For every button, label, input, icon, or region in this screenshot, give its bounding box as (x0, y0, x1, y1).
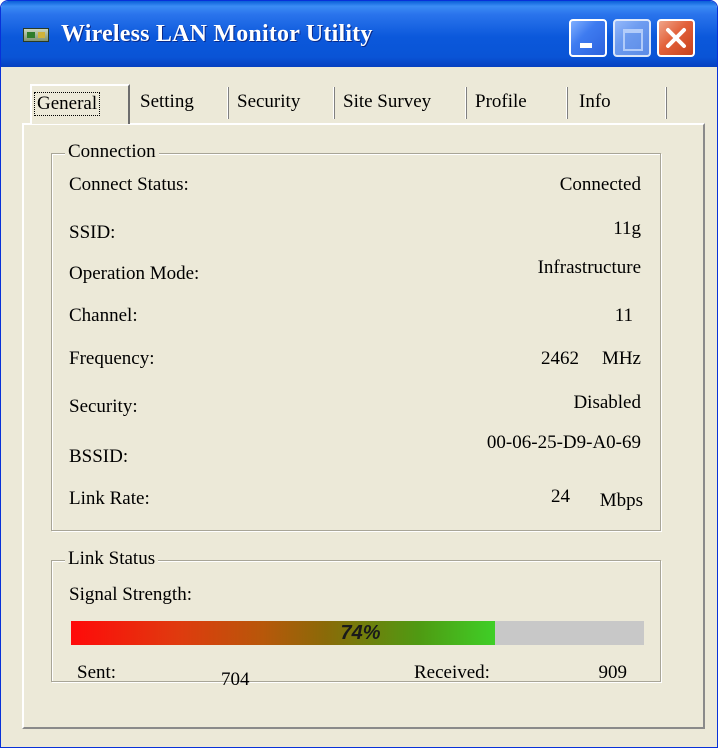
security-label: Security: (69, 396, 138, 417)
tab-profile[interactable]: Profile (475, 85, 527, 121)
connect-status-label: Connect Status: (69, 174, 189, 195)
signal-strength-percent: 74% (340, 622, 381, 644)
tab-divider (665, 87, 667, 119)
connect-status-value: Connected (559, 174, 641, 195)
link-rate-label: Link Rate: (69, 488, 150, 509)
ssid-label: SSID: (69, 222, 116, 243)
received-label: Received: (414, 662, 490, 683)
channel-label: Channel: (69, 305, 138, 326)
link-status-group-title: Link Status (65, 548, 159, 570)
security-value: Disabled (573, 392, 641, 413)
operation-mode-value: Infrastructure (537, 257, 641, 278)
network-card-icon (23, 28, 49, 42)
close-icon (666, 28, 686, 48)
app-window: Wireless LAN Monitor Utility General Set… (0, 0, 718, 748)
tab-label: Setting (140, 91, 194, 112)
tab-divider (465, 87, 467, 119)
connection-group-title: Connection (65, 141, 159, 163)
operation-mode-label: Operation Mode: (69, 263, 200, 284)
tab-label: Info (579, 91, 611, 112)
tab-info[interactable]: Info (579, 85, 611, 121)
ssid-value: 11g (613, 218, 641, 239)
frequency-label: Frequency: (69, 348, 155, 369)
tab-general[interactable]: General (30, 84, 130, 124)
link-rate-unit: Mbps (599, 490, 643, 511)
tab-label: Profile (475, 91, 527, 112)
title-bar[interactable]: Wireless LAN Monitor Utility (1, 1, 717, 67)
tab-security[interactable]: Security (237, 85, 300, 121)
window-title: Wireless LAN Monitor Utility (61, 21, 373, 47)
tab-divider (566, 87, 568, 119)
signal-strength-bar: 74% (71, 621, 644, 645)
tab-label: Security (237, 91, 301, 112)
tab-label: General (34, 92, 101, 116)
tab-divider (227, 87, 229, 119)
minimize-button[interactable] (569, 19, 607, 57)
tab-site-survey[interactable]: Site Survey (343, 85, 431, 121)
tab-label: Site Survey (343, 91, 432, 112)
sent-label: Sent: (77, 662, 117, 683)
close-button[interactable] (657, 19, 695, 57)
maximize-button[interactable] (613, 19, 651, 57)
bssid-label: BSSID: (69, 446, 129, 467)
link-rate-value: 24 (551, 486, 570, 507)
frequency-value: 2462 (541, 348, 579, 369)
sent-value: 704 (221, 669, 250, 690)
signal-strength-label: Signal Strength: (69, 584, 192, 605)
connection-group (51, 153, 661, 531)
received-value: 909 (598, 662, 628, 683)
tab-divider (333, 87, 335, 119)
tab-setting[interactable]: Setting (140, 85, 194, 121)
frequency-unit: MHz (601, 348, 641, 369)
channel-value: 11 (614, 305, 633, 326)
bssid-value: 00-06-25-D9-A0-69 (486, 432, 641, 453)
